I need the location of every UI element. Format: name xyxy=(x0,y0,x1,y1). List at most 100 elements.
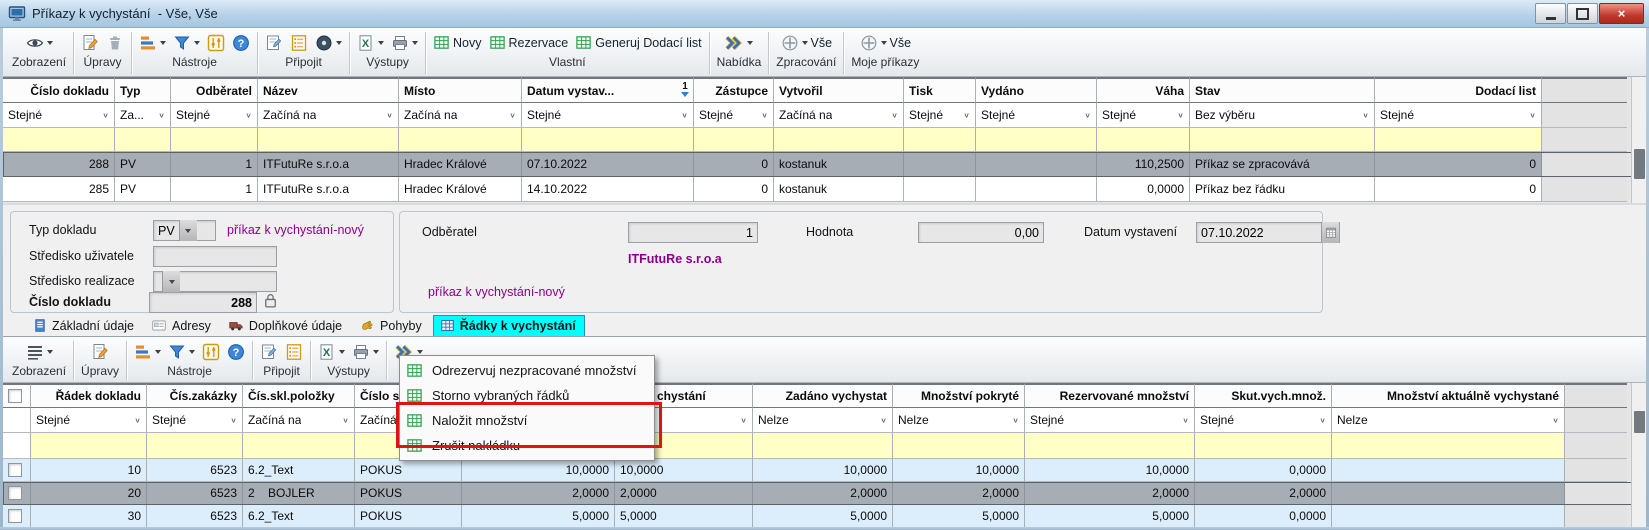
column-header[interactable]: Čís.skl.položky xyxy=(243,383,355,408)
cislo-dokladu-field[interactable]: 288 xyxy=(149,292,257,313)
scrollbar-thumb[interactable] xyxy=(1634,149,1645,179)
column-filter-dropdown[interactable]: Začíná na∨ xyxy=(399,103,522,128)
quick-filter-cell[interactable] xyxy=(258,128,399,152)
note-button[interactable] xyxy=(265,34,283,52)
novy-button[interactable]: Novy xyxy=(433,34,481,51)
print-button[interactable] xyxy=(391,34,418,52)
column-header[interactable]: Množství aktuálně vychystané xyxy=(1332,383,1565,408)
column-filter-dropdown[interactable]: Stejné∨ xyxy=(522,103,694,128)
column-header[interactable]: Odběratel xyxy=(171,77,258,103)
column-filter-dropdown[interactable]: Za...∨ xyxy=(115,103,171,128)
quick-filter-cell[interactable] xyxy=(904,128,976,152)
column-header[interactable]: Čís.zakázky xyxy=(147,383,243,408)
sort-button[interactable] xyxy=(139,34,166,52)
column-header[interactable]: Váha xyxy=(1097,77,1190,103)
row-select-cell[interactable] xyxy=(3,459,31,482)
typ-dokladu-combo[interactable]: PV xyxy=(153,220,216,241)
column-header[interactable]: Rezervované množství xyxy=(1025,383,1195,408)
edit-button[interactable] xyxy=(81,34,99,52)
orders-data-row[interactable]: 288PV1ITFutuRe s.r.o.aHradec Králové07.1… xyxy=(3,152,1646,177)
quick-filter-cell[interactable] xyxy=(399,128,522,152)
column-header[interactable]: Vytvořil xyxy=(774,77,904,103)
calendar-button[interactable] xyxy=(1321,222,1339,243)
moje-prikazy-button[interactable]: Vše xyxy=(860,34,912,52)
edit-row-button[interactable] xyxy=(91,343,109,361)
quick-filter-cell[interactable] xyxy=(1190,128,1375,152)
filter-rows-button[interactable] xyxy=(168,343,195,361)
column-filter-dropdown[interactable]: Nelze∨ xyxy=(893,408,1025,433)
tab-adresy[interactable]: Adresy xyxy=(145,316,219,336)
odberatel-field[interactable]: 1 xyxy=(628,222,758,243)
column-header[interactable]: Místo xyxy=(399,77,522,103)
quick-filter-cell[interactable] xyxy=(171,128,258,152)
hodnota-field[interactable]: 0,00 xyxy=(918,222,1044,243)
column-header[interactable]: Množství pokryté xyxy=(893,383,1025,408)
column-filter-dropdown[interactable]: Bez výběru∨ xyxy=(1190,103,1375,128)
delete-button[interactable] xyxy=(106,34,124,52)
quick-filter-cell[interactable] xyxy=(3,433,31,459)
quick-filter-cell[interactable] xyxy=(31,433,147,459)
minimize-button[interactable] xyxy=(1535,3,1566,24)
quick-filter-cell[interactable] xyxy=(694,128,774,152)
quick-filter-cell[interactable] xyxy=(774,128,904,152)
settings-rows-button[interactable] xyxy=(202,343,220,361)
column-header[interactable]: Zadáno vychystat xyxy=(753,383,893,408)
column-header[interactable]: Stav xyxy=(1190,77,1375,103)
column-filter-dropdown[interactable]: Stejné∨ xyxy=(171,103,258,128)
view-rows-button[interactable] xyxy=(26,343,53,361)
column-header[interactable] xyxy=(3,383,31,408)
rezervace-button[interactable]: Rezervace xyxy=(489,34,569,51)
column-header[interactable]: Skut.vych.množ. xyxy=(1195,383,1332,408)
column-header[interactable]: Typ xyxy=(115,77,171,103)
rows-data-row[interactable]: 1065236.2_TextPOKUS10,000010,000010,0000… xyxy=(3,459,1646,482)
quick-filter-cell[interactable] xyxy=(1025,433,1195,459)
note-row-button[interactable] xyxy=(260,343,278,361)
nabidka-button[interactable] xyxy=(724,34,753,52)
quick-filter-cell[interactable] xyxy=(243,433,355,459)
quick-filter-cell[interactable] xyxy=(1375,128,1542,152)
column-filter-dropdown[interactable]: Stejné∨ xyxy=(1025,408,1195,433)
column-filter-dropdown[interactable]: Stejné∨ xyxy=(976,103,1097,128)
column-header[interactable]: Datum vystav...1 xyxy=(522,77,694,103)
column-filter-dropdown[interactable]: Nelze∨ xyxy=(753,408,893,433)
column-header[interactable]: Zástupce xyxy=(694,77,774,103)
column-header[interactable]: Řádek dokladu xyxy=(31,383,147,408)
quick-filter-cell[interactable] xyxy=(115,128,171,152)
stredisko-uzivatele-field[interactable] xyxy=(153,246,277,267)
column-filter-dropdown[interactable]: Začíná na∨ xyxy=(258,103,399,128)
column-filter-dropdown[interactable]: Nelze∨ xyxy=(1332,408,1565,433)
close-button[interactable]: × xyxy=(1599,3,1644,24)
maximize-button[interactable] xyxy=(1567,3,1598,24)
column-filter-dropdown[interactable]: Stejné∨ xyxy=(904,103,976,128)
print-rows-button[interactable] xyxy=(352,343,379,361)
row-select-cell[interactable] xyxy=(3,505,31,528)
column-filter-dropdown[interactable]: Stejné∨ xyxy=(147,408,243,433)
scrollbar-thumb[interactable] xyxy=(1634,411,1645,433)
select-all-checkbox[interactable] xyxy=(8,389,22,403)
help-button[interactable]: ? xyxy=(232,34,250,52)
column-header[interactable]: Název xyxy=(258,77,399,103)
column-filter-dropdown[interactable]: Začíná na∨ xyxy=(243,408,355,433)
settings-button[interactable] xyxy=(207,34,225,52)
quick-filter-cell[interactable] xyxy=(1195,433,1332,459)
checklist-row-button[interactable] xyxy=(285,343,303,361)
combo-button[interactable] xyxy=(162,271,180,292)
stredisko-realizace-combo[interactable] xyxy=(153,271,277,292)
quick-filter-cell[interactable] xyxy=(893,433,1025,459)
column-filter-dropdown[interactable]: Stejné∨ xyxy=(1097,103,1190,128)
menu-item-odrezervuj-nezpracovan-mno-stv-[interactable]: Odrezervuj nezpracované množství xyxy=(400,358,654,383)
tab-z-kladn-daje[interactable]: Základní údaje xyxy=(27,316,142,336)
quick-filter-cell[interactable] xyxy=(753,433,893,459)
help-rows-button[interactable]: ? xyxy=(227,343,245,361)
row-select-cell[interactable] xyxy=(3,482,31,505)
tab-pohyby[interactable]: Pohyby xyxy=(353,316,430,336)
generuj-dodaci-list-button[interactable]: Generuj Dodací list xyxy=(575,34,701,51)
orders-data-row[interactable]: 285PV1ITFutuRe s.r.o.aHradec Králové14.1… xyxy=(3,177,1646,202)
tab--dky-k-vychyst-n-[interactable]: Řádky k vychystání xyxy=(433,315,585,336)
filter-button[interactable] xyxy=(173,34,200,52)
column-header[interactable]: Dodací list xyxy=(1375,77,1542,103)
column-filter-dropdown[interactable]: Stejné∨ xyxy=(31,408,147,433)
row-checkbox[interactable] xyxy=(8,463,22,477)
column-header[interactable]: Číslo dokladu xyxy=(3,77,115,103)
column-header[interactable]: Tisk xyxy=(904,77,976,103)
